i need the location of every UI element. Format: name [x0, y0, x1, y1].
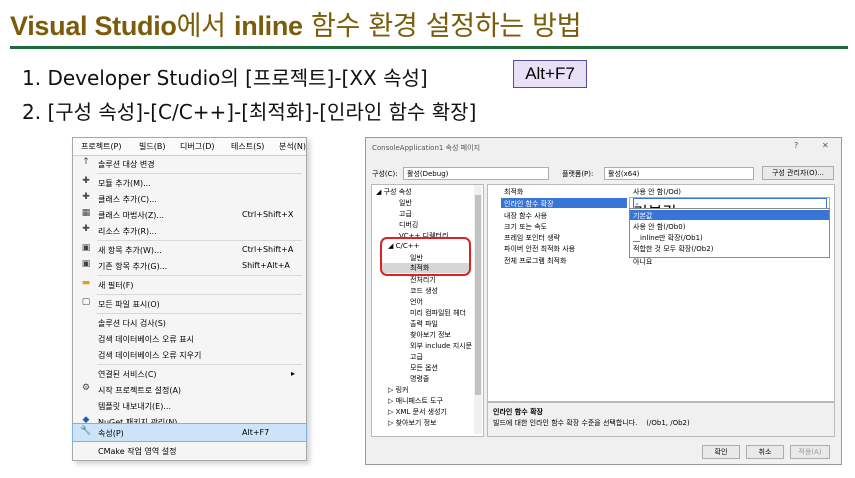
description-text: 빌드에 대한 인라인 함수 확장 수준을 선택합니다. (/Ob1, /Ob2) [493, 419, 690, 427]
prop-value-whole-program[interactable]: 아니요 [633, 257, 652, 267]
menu-item-connected-services[interactable]: 연결된 서비스(C) ▸ [73, 365, 306, 382]
prop-value-optimization[interactable]: 사용 안 함(/Od) [633, 187, 681, 197]
dropdown-option-ob1[interactable]: __inline만 확장(/Ob1) [633, 233, 703, 243]
menu-item-set-startup[interactable]: ⚙ 시작 프로젝트로 설정(A) [73, 381, 306, 398]
tree-node-linker[interactable]: ▷ 링커 [388, 385, 409, 395]
menu-item-add-new-item[interactable]: ▣ 새 항목 추가(W)... Ctrl+Shift+A [73, 241, 306, 258]
tree-node-output-files[interactable]: 출력 파일 [410, 319, 438, 329]
step-1-text: 1. Developer Studio의 [프로젝트]-[XX 속성] [22, 66, 428, 90]
wrench-icon: 🔧 [80, 426, 92, 436]
submenu-arrow-icon: ▸ [291, 369, 296, 378]
apply-button[interactable]: 적용(A) [790, 445, 830, 459]
tree-node-config-props[interactable]: ◢ 구성 속성 [376, 187, 412, 197]
menu-item-clear-db-errors[interactable]: 검색 데이터베이스 오류 지우기 [73, 346, 306, 363]
tree-node-preprocessor[interactable]: 전처리기 [410, 275, 436, 285]
show-all-files-icon: ▢ [81, 297, 91, 307]
menu-item-show-all-files[interactable]: ▢ 모든 파일 표시(O) [73, 295, 306, 312]
dialog-title: ConsoleApplication1 속성 페이지 [372, 144, 481, 152]
tree-node-browse-info-2[interactable]: ▷ 찾아보기 정보 [388, 418, 436, 428]
menu-item-cmake-settings[interactable]: CMake 작업 영역 설정 [73, 442, 306, 459]
tree-scroll-thumb[interactable] [475, 195, 481, 395]
tree-node-cpp-advanced[interactable]: 고급 [410, 352, 423, 362]
menubar-project[interactable]: 프로젝트(P) [81, 141, 122, 152]
shortcut-badge: Alt+F7 [513, 60, 587, 88]
help-button[interactable]: ? [794, 141, 798, 150]
menu-item-export-template[interactable]: 템플릿 내보내기(E)... [73, 397, 306, 414]
close-icon[interactable]: ✕ [822, 141, 829, 150]
tree-node-debugging[interactable]: 디버깅 [399, 220, 418, 230]
project-context-menu: 프로젝트(P) 빌드(B) 디버그(D) 테스트(S) 분석(N) ↑ 솔루션 대… [72, 137, 307, 461]
dropdown-option-ob2[interactable]: 적합한 것 모두 확장(/Ob2) [633, 244, 713, 254]
prop-name-fiber-safe: 파이버 안전 최적화 사용 [504, 245, 576, 253]
folder-icon: ▬ [81, 278, 91, 288]
tree-scrollbar[interactable] [474, 185, 482, 434]
dropdown-option-default[interactable]: 기본값 [633, 211, 652, 221]
menubar-debug[interactable]: 디버그(D) [180, 141, 214, 152]
new-item-icon: ▣ [81, 243, 91, 253]
chevron-down-icon: ⌄ [608, 168, 614, 176]
settings-tree[interactable]: ◢ 구성 속성 일반 고급 디버깅 VC++ 디렉터리 ◢ C/C++ 일반 최… [371, 184, 484, 437]
config-manager-button[interactable]: 구성 관리자(O)... [762, 166, 834, 180]
add-module-icon: ✚ [82, 176, 90, 186]
config-select[interactable]: 활성(Debug) ⌄ [403, 167, 549, 180]
prop-name-whole-program: 전체 프로그램 최적화 [504, 257, 567, 265]
menu-item-properties[interactable]: 🔧 속성(P) Alt+F7 [72, 423, 307, 442]
menu-item-add-class[interactable]: ✚ 클래스 추가(C)... [73, 190, 306, 207]
menu-item-add-existing-item[interactable]: ▣ 기존 항목 추가(G)... Shift+Alt+A [73, 257, 306, 274]
tree-node-manifest[interactable]: ▷ 매니페스트 도구 [388, 396, 443, 406]
add-resource-icon: ✚ [82, 224, 90, 234]
menu-item-show-db-errors[interactable]: 검색 데이터베이스 오류 표시 [73, 330, 306, 347]
prop-name-inline-expansion: 인라인 함수 확장 [504, 200, 554, 208]
chevron-down-icon: ⌄ [407, 168, 413, 176]
highlight-annotation [380, 237, 471, 276]
menubar-analyze[interactable]: 분석(N) [279, 141, 306, 152]
tree-node-xml-doc[interactable]: ▷ XML 문서 생성기 [388, 407, 447, 417]
platform-label: 플랫폼(P): [562, 170, 594, 178]
ok-button[interactable]: 확인 [702, 445, 740, 459]
menubar-test[interactable]: 테스트(S) [231, 141, 264, 152]
tree-node-advanced[interactable]: 고급 [399, 209, 412, 219]
menu-item-retarget[interactable]: ↑ 솔루션 대상 변경 [73, 155, 306, 172]
platform-select[interactable]: 활성(x64) ⌄ [604, 167, 754, 180]
prop-name-optimization: 최적화 [504, 188, 524, 196]
menu-item-class-wizard[interactable]: ▦ 클래스 마법사(Z)... Ctrl+Shift+X [73, 206, 306, 223]
add-class-icon: ✚ [82, 192, 90, 202]
dropdown-option-ob0[interactable]: 사용 안 함(/Ob0) [633, 222, 685, 232]
slide-title: Visual Studio에서 inline 함수 환경 설정하는 방법 [10, 11, 582, 42]
menu-bar: 프로젝트(P) 빌드(B) 디버그(D) 테스트(S) 분석(N) [73, 138, 306, 156]
existing-item-icon: ▣ [81, 259, 91, 269]
step-2-text: 2. [구성 속성]-[C/C++]-[최적화]-[인라인 함수 확장] [22, 100, 477, 124]
description-panel: 인라인 함수 확장 빌드에 대한 인라인 함수 확장 수준을 선택합니다. (/… [487, 402, 835, 437]
prop-name-frame-pointer: 프레임 포인터 생략 [504, 234, 560, 242]
tree-node-browse-info[interactable]: 찾아보기 정보 [410, 330, 451, 340]
tree-node-language[interactable]: 언어 [410, 297, 423, 307]
menu-item-rescan-solution[interactable]: 솔루션 다시 검사(S) [73, 314, 306, 331]
arrow-up-icon: ↑ [82, 157, 90, 167]
config-label: 구성(C): [372, 170, 398, 178]
tree-node-command-line[interactable]: 명령줄 [410, 374, 429, 384]
tree-node-precompiled-headers[interactable]: 미리 컴파일된 헤더 [410, 308, 466, 318]
dropdown-selected-highlight [630, 210, 829, 220]
menu-item-add-resource[interactable]: ✚ 리소스 추가(R)... [73, 222, 306, 239]
menu-item-add-module[interactable]: ✚ 모듈 추가(M)... [73, 174, 306, 191]
tree-node-external-includes[interactable]: 외부 include 지시문 [410, 341, 472, 351]
prop-name-intrinsics: 내장 함수 사용 [504, 212, 548, 220]
tree-node-general[interactable]: 일반 [399, 198, 412, 208]
menubar-build[interactable]: 빌드(B) [139, 141, 165, 152]
inline-expansion-dropdown: 기본값 사용 안 함(/Ob0) __inline만 확장(/Ob1) 적합한 … [629, 208, 830, 258]
tree-node-all-options[interactable]: 모든 옵션 [410, 363, 438, 373]
menu-item-new-filter[interactable]: ▬ 새 필터(F) [73, 276, 306, 293]
cancel-button[interactable]: 취소 [746, 445, 784, 459]
prop-name-size-speed: 크기 또는 속도 [504, 223, 548, 231]
tree-node-code-gen[interactable]: 코드 생성 [410, 286, 438, 296]
class-wizard-icon: ▦ [81, 208, 91, 218]
description-title: 인라인 함수 확장 [493, 408, 543, 416]
gear-icon: ⚙ [81, 383, 91, 393]
title-divider [10, 46, 848, 49]
